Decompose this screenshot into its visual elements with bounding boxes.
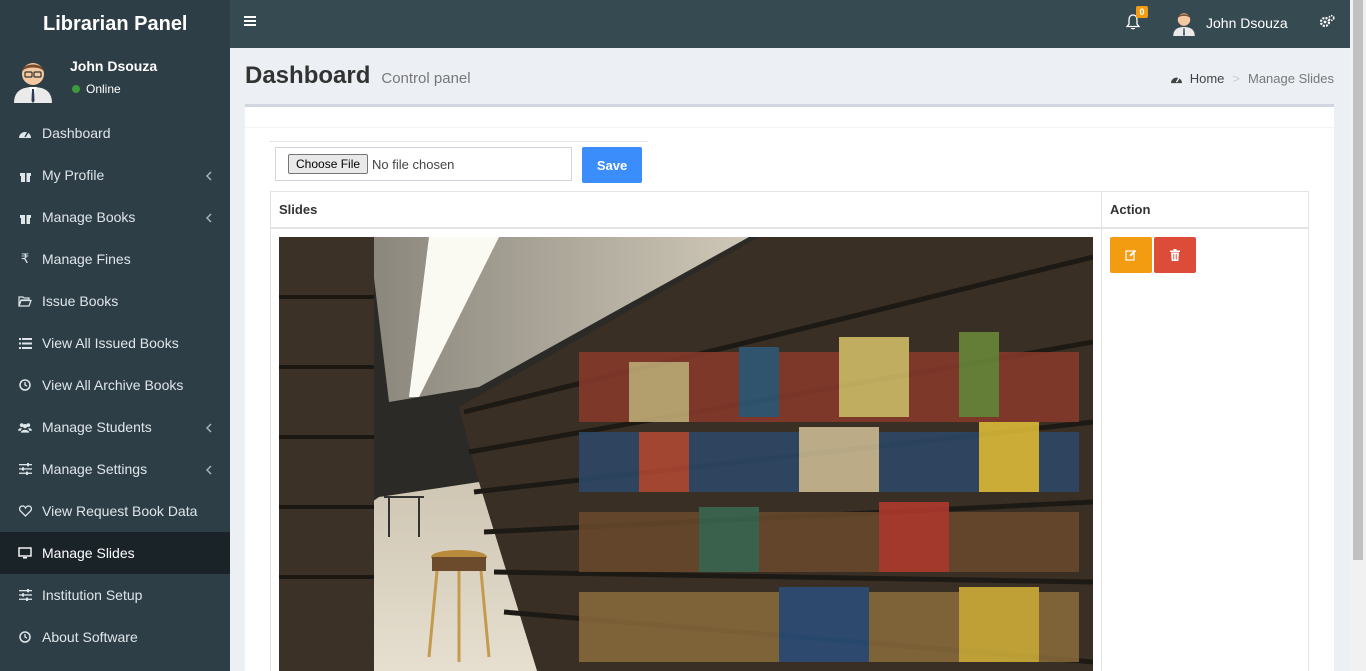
cogs-icon[interactable] (1319, 14, 1335, 33)
chevron-left-icon (205, 420, 212, 436)
breadcrumb-current: Manage Slides (1248, 71, 1334, 86)
scrollbar-thumb[interactable] (1353, 0, 1363, 560)
online-indicator (72, 85, 80, 93)
edit-icon (1125, 249, 1137, 261)
sidebar-item-institution-setup[interactable]: Institution Setup (0, 574, 230, 616)
file-upload-input[interactable]: Choose File No file chosen (275, 147, 572, 181)
clock-icon (18, 630, 32, 644)
sidebar-item-manage-slides[interactable]: Manage Slides (0, 532, 230, 574)
sliders-icon (18, 588, 32, 602)
sidebar-item-view-all-archive-books[interactable]: View All Archive Books (0, 364, 230, 406)
slides-table: Slides Action (270, 191, 1309, 671)
sidebar-item-view-request-book-data[interactable]: View Request Book Data (0, 490, 230, 532)
dashboard-icon (1170, 73, 1183, 84)
sidebar-item-label: Manage Settings (42, 461, 148, 477)
nav-user-name: John Dsouza (1206, 15, 1288, 31)
sidebar-item-label: View All Archive Books (42, 377, 184, 393)
sidebar-menu: Dashboard My Profile Manage Books ₹ Mana… (0, 112, 230, 658)
sidebar-item-issue-books[interactable]: Issue Books (0, 280, 230, 322)
user-menu[interactable]: John Dsouza (1172, 10, 1288, 36)
sidebar-item-label: Dashboard (42, 125, 111, 141)
sidebar-item-label: Issue Books (42, 293, 119, 309)
sidebar-item-label: My Profile (42, 167, 105, 183)
sidebar-item-label: View Request Book Data (42, 503, 198, 519)
brand-logo[interactable]: Librarian Panel (0, 0, 230, 48)
sidebar-item-manage-fines[interactable]: ₹ Manage Fines (0, 238, 230, 280)
box-header (245, 107, 1334, 128)
sidebar-item-dashboard[interactable]: Dashboard (0, 112, 230, 154)
save-button[interactable]: Save (582, 147, 642, 183)
column-header-slides: Slides (270, 191, 1102, 229)
slide-image (279, 236, 1093, 671)
content-header: Dashboard Control panel (245, 62, 471, 90)
chevron-left-icon (205, 210, 212, 226)
sidebar-item-manage-books[interactable]: Manage Books (0, 196, 230, 238)
users-icon (18, 420, 32, 434)
slide-cell (270, 227, 1102, 671)
file-status-text: No file chosen (372, 156, 455, 172)
sidebar-item-my-profile[interactable]: My Profile (0, 154, 230, 196)
table-row (270, 227, 1309, 671)
edit-button[interactable] (1110, 236, 1152, 273)
sidebar-item-label: About Software (42, 629, 138, 645)
sidebar-item-view-all-issued-books[interactable]: View All Issued Books (0, 322, 230, 364)
user-status: Online (70, 82, 157, 96)
sidebar-item-label: Manage Slides (42, 545, 135, 561)
page-scrollbar[interactable] (1350, 0, 1366, 671)
sidebar-item-about-software[interactable]: About Software (0, 616, 230, 658)
gift-icon (18, 210, 32, 224)
user-status-label: Online (86, 82, 121, 96)
sidebar: Librarian Panel John Dsouza Online Dashb… (0, 0, 230, 671)
breadcrumb-home-link[interactable]: Home (1190, 71, 1225, 86)
avatar (12, 57, 54, 103)
user-panel: John Dsouza Online (0, 48, 230, 112)
rupee-icon: ₹ (20, 251, 30, 266)
gift-icon (18, 168, 32, 182)
sidebar-item-label: Institution Setup (42, 587, 143, 603)
top-navbar: 0 John Dsouza (230, 0, 1350, 48)
dashboard-icon (18, 126, 32, 140)
sidebar-item-label: Manage Books (42, 209, 136, 225)
list-icon (18, 336, 32, 350)
folder-open-icon (18, 294, 32, 308)
clock-icon (18, 378, 32, 392)
slides-box: Choose File No file chosen Save Slides A… (245, 104, 1334, 671)
user-name: John Dsouza (70, 58, 158, 74)
breadcrumb-separator: > (1232, 71, 1240, 86)
avatar (1172, 10, 1196, 36)
action-cell (1101, 227, 1309, 671)
chevron-left-icon (205, 168, 212, 184)
trash-icon (1170, 248, 1180, 261)
sidebar-item-label: Manage Fines (42, 251, 131, 267)
sidebar-item-manage-settings[interactable]: Manage Settings (0, 448, 230, 490)
sliders-icon (18, 462, 32, 476)
delete-button[interactable] (1154, 236, 1196, 273)
desktop-icon (18, 546, 32, 560)
heart-icon (18, 504, 32, 518)
divider (269, 141, 648, 142)
column-header-action: Action (1101, 191, 1309, 229)
breadcrumb: Home > Manage Slides (1170, 71, 1334, 86)
page-title: Dashboard (245, 62, 371, 89)
sidebar-item-label: Manage Students (42, 419, 152, 435)
sidebar-item-manage-students[interactable]: Manage Students (0, 406, 230, 448)
page-subtitle: Control panel (381, 70, 471, 87)
hamburger-menu-icon[interactable] (244, 14, 257, 32)
choose-file-button[interactable]: Choose File (288, 154, 369, 174)
sidebar-item-label: View All Issued Books (42, 335, 179, 351)
table-header-row: Slides Action (270, 191, 1309, 229)
notification-badge: 0 (1136, 6, 1148, 18)
chevron-left-icon (205, 462, 212, 478)
